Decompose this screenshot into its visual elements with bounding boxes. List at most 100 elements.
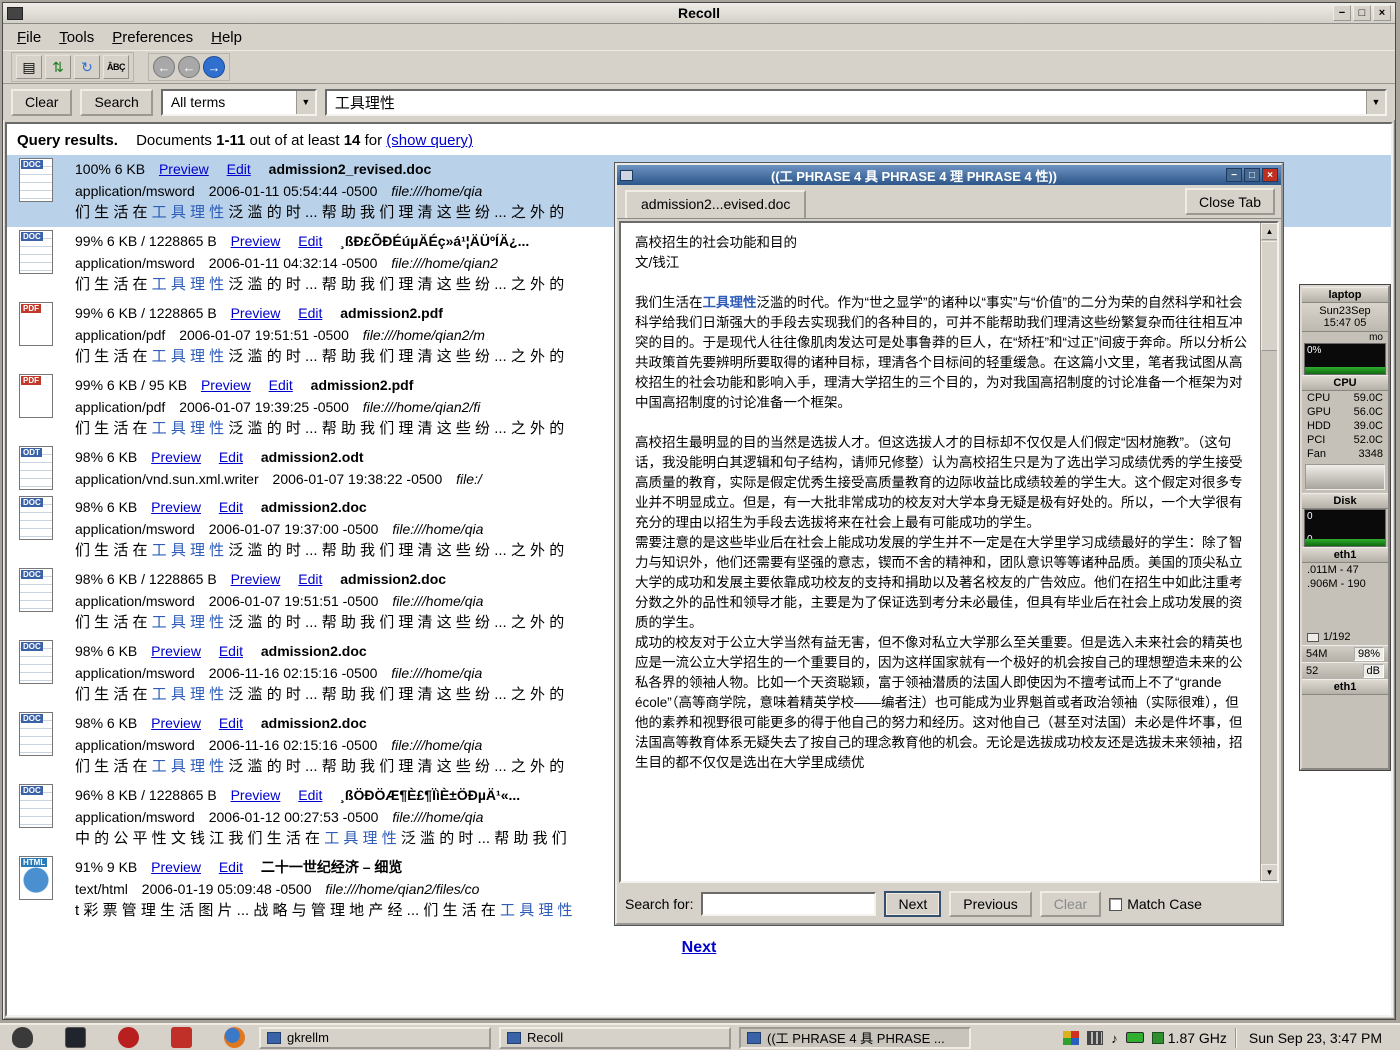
scroll-up-icon[interactable]: ▲ <box>1261 223 1278 240</box>
result-date: 2006-01-07 19:39:25 -0500 <box>179 399 349 415</box>
minimize-icon[interactable]: − <box>1226 168 1242 182</box>
preview-link[interactable]: Preview <box>151 859 201 875</box>
preview-link[interactable]: Preview <box>151 449 201 465</box>
prev-page-icon[interactable]: ← <box>178 56 200 78</box>
result-mime: application/vnd.sun.xml.writer <box>75 471 259 487</box>
window-title: Recoll <box>3 5 1395 21</box>
preview-clear-button[interactable]: Clear <box>1040 891 1101 917</box>
battery-icon[interactable] <box>1126 1032 1144 1043</box>
preview-link[interactable]: Preview <box>231 233 281 249</box>
preview-search-input[interactable] <box>701 892 876 916</box>
clear-button[interactable]: Clear <box>11 89 72 116</box>
next-page-link[interactable]: Next <box>682 939 717 956</box>
document-icon: DOC <box>17 158 55 202</box>
preview-link[interactable]: Preview <box>231 305 281 321</box>
terminal-icon[interactable] <box>65 1027 86 1048</box>
close-tab-button[interactable]: Close Tab <box>1185 188 1275 215</box>
next-page-icon[interactable]: → <box>203 56 225 78</box>
menu-file[interactable]: File <box>9 26 49 49</box>
recoll-titlebar: Recoll − □ × <box>3 3 1395 24</box>
preview-link[interactable]: Preview <box>151 499 201 515</box>
match-case-option[interactable]: Match Case <box>1109 896 1202 912</box>
edit-link[interactable]: Edit <box>269 377 293 393</box>
taskbar-task-button[interactable]: gkrellm <box>259 1027 491 1049</box>
preview-previous-button[interactable]: Previous <box>949 891 1031 917</box>
scroll-down-icon[interactable]: ▼ <box>1261 864 1278 881</box>
minimize-icon[interactable]: − <box>1333 5 1351 21</box>
result-filename: ¸ßÐ£ÕÐÉúµÄÉç»á¹¦ÄÜºÍÄ¿... <box>340 233 529 249</box>
results-header: Query results. Documents 1-11 out of at … <box>7 124 1391 155</box>
close-icon[interactable]: × <box>1262 168 1278 182</box>
menu-preferences[interactable]: Preferences <box>104 26 201 49</box>
chevron-down-icon[interactable]: ▼ <box>1366 91 1385 114</box>
close-icon[interactable]: × <box>1373 5 1391 21</box>
edit-link[interactable]: Edit <box>298 571 322 587</box>
toolbox-icon[interactable] <box>171 1027 192 1048</box>
edit-link[interactable]: Edit <box>219 715 243 731</box>
start-icon[interactable] <box>12 1027 33 1048</box>
result-relevance-size: 98% 6 KB <box>75 643 137 659</box>
query-input-combo[interactable]: 工具理性 ▼ <box>325 89 1387 116</box>
chevron-down-icon[interactable]: ▼ <box>296 91 315 114</box>
sort-icon[interactable]: ⇅ <box>45 55 71 79</box>
preview-text[interactable]: 高校招生的社会功能和目的文/钱江我们生活在工具理性泛滥的时代。作为“世之显学”的… <box>621 223 1260 881</box>
result-relevance-size: 91% 9 KB <box>75 859 137 875</box>
menu-tools[interactable]: Tools <box>51 26 102 49</box>
search-for-label: Search for: <box>625 896 693 912</box>
maximize-icon[interactable]: □ <box>1353 5 1371 21</box>
query-input-value[interactable]: 工具理性 <box>327 92 403 113</box>
edit-link[interactable]: Edit <box>298 787 322 803</box>
first-page-icon[interactable]: ← <box>153 56 175 78</box>
gkrellm-krell-slider[interactable] <box>1305 464 1385 490</box>
match-case-checkbox[interactable] <box>1109 898 1122 911</box>
edit-link[interactable]: Edit <box>219 449 243 465</box>
result-url: file:///home/qia <box>392 809 483 825</box>
preview-tab[interactable]: admission2...evised.doc <box>625 190 806 218</box>
scrollbar-thumb[interactable] <box>1261 241 1278 351</box>
search-button[interactable]: Search <box>80 89 152 116</box>
document-icon: PDF <box>17 302 55 346</box>
edit-link[interactable]: Edit <box>219 859 243 875</box>
gkrellm-time: 15:47 05 <box>1302 317 1388 329</box>
menu-help[interactable]: Help <box>203 26 250 49</box>
result-mime: application/msword <box>75 183 195 199</box>
taskbar-task-button[interactable]: ((工 PHRASE 4 具 PHRASE ... <box>739 1027 971 1049</box>
volume-icon[interactable]: ♪ <box>1111 1031 1118 1045</box>
document-icon: DOC <box>17 568 55 612</box>
edit-link[interactable]: Edit <box>298 305 322 321</box>
preview-titlebar[interactable]: ((工 PHRASE 4 具 PHRASE 4 理 PHRASE 4 性)) −… <box>617 165 1281 185</box>
result-url: file:///home/qian2/files/co <box>325 881 479 897</box>
edit-link[interactable]: Edit <box>219 499 243 515</box>
preview-next-button[interactable]: Next <box>884 891 941 917</box>
result-mime: text/html <box>75 881 128 897</box>
query-detail-icon[interactable]: ▤ <box>16 55 42 79</box>
preview-link[interactable]: Preview <box>151 643 201 659</box>
app-launcher-icon[interactable] <box>118 1027 139 1048</box>
taskbar-task-button[interactable]: Recoll <box>499 1027 731 1049</box>
refresh-icon[interactable]: ↻ <box>74 55 100 79</box>
workspace-switcher-icon[interactable] <box>1063 1031 1079 1045</box>
preview-link[interactable]: Preview <box>201 377 251 393</box>
preview-link[interactable]: Preview <box>151 715 201 731</box>
spellcheck-icon[interactable]: ÂBÇ <box>103 55 129 79</box>
search-mode-select[interactable]: All terms ▼ <box>161 89 317 116</box>
result-filename: admission2.odt <box>261 449 364 465</box>
browser-icon[interactable] <box>224 1027 245 1048</box>
preview-link[interactable]: Preview <box>159 161 209 177</box>
preview-scrollbar[interactable]: ▲ ▼ <box>1260 223 1277 881</box>
result-filename: admission2.pdf <box>340 305 443 321</box>
edit-link[interactable]: Edit <box>227 161 251 177</box>
edit-link[interactable]: Edit <box>219 643 243 659</box>
document-icon: PDF <box>17 374 55 418</box>
show-query-link[interactable]: (show query) <box>386 132 473 149</box>
gkrellm-disk-header: Disk <box>1302 493 1388 509</box>
toolbar-group-paging: ← ← → <box>148 53 230 81</box>
result-filename: admission2.doc <box>261 643 367 659</box>
gkrellm-temp-row: HDD39.0C <box>1302 419 1388 433</box>
keyboard-layout-icon[interactable] <box>1087 1031 1103 1045</box>
preview-link[interactable]: Preview <box>231 787 281 803</box>
edit-link[interactable]: Edit <box>298 233 322 249</box>
maximize-icon[interactable]: □ <box>1244 168 1260 182</box>
result-relevance-size: 98% 6 KB <box>75 499 137 515</box>
preview-link[interactable]: Preview <box>231 571 281 587</box>
